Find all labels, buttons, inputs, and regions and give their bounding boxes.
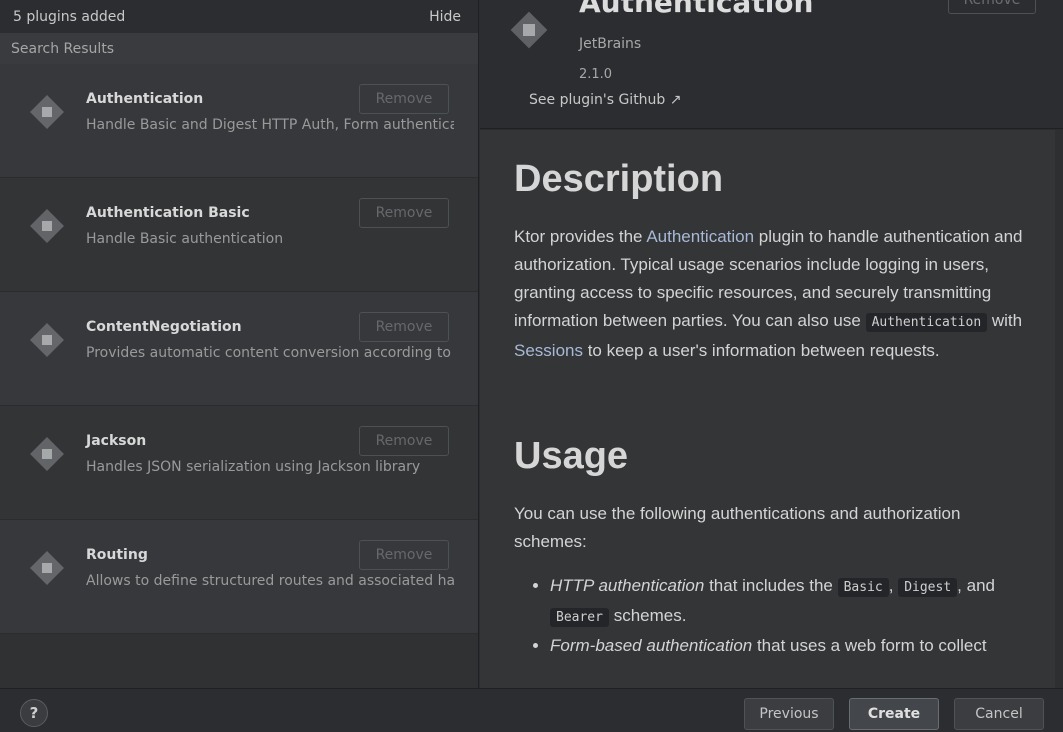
plugin-item-authentication-basic[interactable]: Authentication Basic Handle Basic authen… <box>0 178 478 292</box>
plugin-icon <box>30 323 64 357</box>
plugin-icon <box>30 551 64 585</box>
usage-paragraph: You can use the following authentication… <box>514 504 961 551</box>
code-authentication: Authentication <box>865 313 988 332</box>
plugin-description: Provides automatic content conversion ac… <box>86 345 454 361</box>
text-em: HTTP authentication <box>550 576 705 595</box>
plugin-vendor: JetBrains <box>579 36 642 52</box>
github-link[interactable]: See plugin's Github ↗ <box>529 92 682 108</box>
plugin-documentation: Description Ktor provides the Authentica… <box>480 130 1063 688</box>
plugin-version: 2.1.0 <box>579 67 613 82</box>
plugin-icon <box>30 209 64 243</box>
previous-button[interactable]: Previous <box>744 698 834 730</box>
plugin-item-jackson[interactable]: Jackson Handles JSON serialization using… <box>0 406 478 520</box>
plugin-name: Authentication Basic <box>86 205 250 221</box>
hide-link[interactable]: Hide <box>429 9 461 25</box>
doc-scrollbar[interactable] <box>1055 130 1063 688</box>
plugin-description: Allows to define structured routes and a… <box>86 573 454 589</box>
code-basic: Basic <box>837 578 889 597</box>
code-bearer: Bearer <box>550 608 609 627</box>
text-span: , and <box>957 576 995 595</box>
authentication-link[interactable]: Authentication <box>646 227 754 246</box>
remove-button[interactable]: Remove <box>359 540 449 570</box>
plugins-added-header: 5 plugins added Hide <box>0 0 478 33</box>
plugin-icon <box>510 11 548 49</box>
plugin-item-content-negotiation[interactable]: ContentNegotiation Provides automatic co… <box>0 292 478 406</box>
auth-schemes-list: HTTP authentication that includes the Ba… <box>550 572 1033 660</box>
remove-button[interactable]: Remove <box>948 0 1036 14</box>
list-item: Form-based authentication that uses a we… <box>550 632 1033 660</box>
help-button[interactable]: ? <box>20 699 48 727</box>
text-em: Form-based authentication <box>550 636 753 655</box>
text-span: , <box>888 576 899 595</box>
plugins-list-panel: 5 plugins added Hide Search Results Auth… <box>0 0 479 688</box>
plugin-wizard-window: 5 plugins added Hide Search Results Auth… <box>0 0 1063 732</box>
plugin-detail-panel: Authentication Remove JetBrains 2.1.0 Se… <box>480 0 1063 688</box>
plugin-icon <box>30 437 64 471</box>
text-span: schemes. <box>608 606 687 625</box>
plugin-description: Handle Basic and Digest HTTP Auth, Form … <box>86 117 454 133</box>
plugin-description: Handle Basic authentication <box>86 231 284 247</box>
plugin-name: Jackson <box>86 433 147 449</box>
text-span: to keep a user's information between req… <box>582 341 940 360</box>
dialog-button-bar: ? Previous Create Cancel <box>0 688 1063 732</box>
sessions-link[interactable]: Sessions <box>514 341 583 360</box>
text-span: with <box>987 311 1023 330</box>
text-span: that uses a web form to collect <box>752 636 987 655</box>
code-digest: Digest <box>898 578 958 597</box>
remove-button[interactable]: Remove <box>359 312 449 342</box>
plugin-icon <box>30 95 64 129</box>
search-results-label: Search Results <box>0 33 478 64</box>
list-item: HTTP authentication that includes the Ba… <box>550 572 1033 632</box>
plugin-name: ContentNegotiation <box>86 319 242 335</box>
plugins-added-count: 5 plugins added <box>13 8 126 25</box>
plugin-detail-header: Authentication Remove JetBrains 2.1.0 Se… <box>480 0 1063 129</box>
description-paragraph: Ktor provides the Authentication plugin … <box>514 223 1033 365</box>
plugin-name: Authentication <box>86 91 204 107</box>
description-heading: Description <box>514 158 724 200</box>
plugin-list: Authentication Handle Basic and Digest H… <box>0 64 478 634</box>
plugin-description: Handles JSON serialization using Jackson… <box>86 459 421 475</box>
remove-button[interactable]: Remove <box>359 84 449 114</box>
create-button[interactable]: Create <box>849 698 939 730</box>
usage-heading: Usage <box>514 435 629 477</box>
plugin-title: Authentication <box>579 0 814 19</box>
cancel-button[interactable]: Cancel <box>954 698 1044 730</box>
text-span: Ktor provides the <box>514 227 647 246</box>
plugin-item-routing[interactable]: Routing Allows to define structured rout… <box>0 520 478 634</box>
plugin-item-authentication[interactable]: Authentication Handle Basic and Digest H… <box>0 64 478 178</box>
text-span: that includes the <box>704 576 838 595</box>
plugin-name: Routing <box>86 547 148 563</box>
remove-button[interactable]: Remove <box>359 426 449 456</box>
remove-button[interactable]: Remove <box>359 198 449 228</box>
